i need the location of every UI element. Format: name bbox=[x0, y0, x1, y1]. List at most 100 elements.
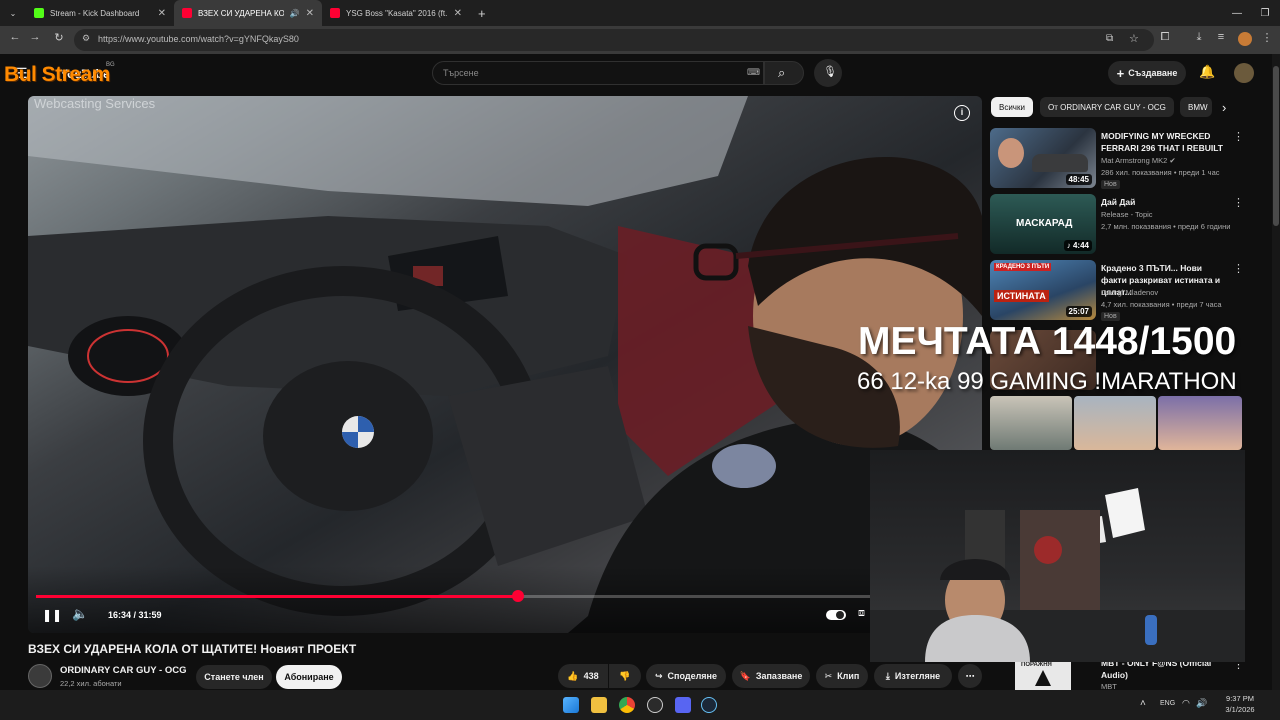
download-arrow-icon: ⤓ bbox=[885, 670, 890, 681]
webcam-frame bbox=[870, 488, 1245, 662]
new-tab-button[interactable]: + bbox=[470, 0, 494, 26]
close-icon[interactable]: ✕ bbox=[454, 8, 462, 19]
create-button[interactable]: + Създаване bbox=[1108, 61, 1186, 85]
speaker-tray-icon[interactable]: 🔊 bbox=[1196, 698, 1207, 709]
share-button[interactable]: ↪ Споделяне bbox=[646, 664, 726, 688]
video-player[interactable]: i bbox=[28, 96, 982, 633]
media-control-icon[interactable]: ≡ bbox=[1212, 31, 1230, 43]
more-vertical-icon[interactable]: ⋮ bbox=[1233, 196, 1244, 209]
recommendation-channel[interactable]: Georgi Mladenov bbox=[1101, 288, 1158, 297]
progress-bar[interactable] bbox=[36, 590, 966, 602]
speaker-icon[interactable]: 🔊 bbox=[290, 9, 300, 18]
like-button[interactable]: 👍 438 bbox=[558, 664, 608, 688]
address-bar[interactable]: ⚙ https://www.youtube.com/watch?v=gYNFQk… bbox=[74, 29, 1154, 51]
chip-from-channel[interactable]: От ORDINARY CAR GUY - OCG bbox=[1040, 97, 1174, 117]
url-text[interactable]: https://www.youtube.com/watch?v=gYNFQkay… bbox=[98, 34, 299, 44]
steam-icon[interactable] bbox=[701, 697, 717, 713]
download-button[interactable]: ⤓ Изтегляне bbox=[874, 664, 952, 688]
recommendation-title[interactable]: MBT - ONLY F@NS (Official Audio) bbox=[1101, 660, 1229, 681]
site-info-icon[interactable]: ⚙ bbox=[82, 33, 90, 44]
channel-avatar[interactable] bbox=[28, 664, 52, 688]
video-thumbnail[interactable]: 48:45 bbox=[990, 128, 1096, 188]
recommendation-item[interactable]: ПОРАЖНЯ MBT - ONLY F@NS (Official Audio)… bbox=[990, 660, 1246, 690]
chevron-right-icon[interactable]: › bbox=[1222, 100, 1226, 115]
keyboard-icon[interactable]: ⌨ bbox=[747, 67, 760, 78]
share-label: Споделяне bbox=[667, 671, 717, 681]
recommendation-channel[interactable]: MBT bbox=[1101, 682, 1117, 690]
recommendation-item[interactable]: КРАДЕНО 3 ПЪТИ ИСТИНАТА 25:07 Крадено 3 … bbox=[990, 260, 1246, 324]
channel-name[interactable]: ORDINARY CAR GUY - OCG bbox=[60, 665, 187, 676]
more-actions-button[interactable]: ⋯ bbox=[958, 664, 982, 688]
notifications-bell-icon[interactable]: 🔔 bbox=[1199, 64, 1215, 80]
file-explorer-icon[interactable] bbox=[591, 697, 607, 713]
forward-icon[interactable]: → bbox=[26, 31, 44, 43]
windows-start-icon[interactable] bbox=[563, 697, 579, 713]
pause-icon[interactable]: ❚❚ bbox=[42, 608, 62, 622]
discord-icon[interactable] bbox=[675, 697, 691, 713]
total-time: 31:59 bbox=[138, 610, 162, 620]
recommendation-channel[interactable]: Mat Armstrong MK2 ✔ bbox=[1101, 156, 1176, 165]
thumbnail-text: ИСТИНАТА bbox=[994, 290, 1049, 302]
video-thumbnail[interactable]: КРАДЕНО 3 ПЪТИ ИСТИНАТА 25:07 bbox=[990, 260, 1096, 320]
info-icon[interactable]: i bbox=[954, 105, 970, 121]
bookmark-star-icon[interactable]: ☆ bbox=[1129, 32, 1139, 45]
system-clock[interactable]: 9:37 PM 3/1/2026 bbox=[1210, 693, 1270, 715]
tray-chevron-icon[interactable]: ˄ bbox=[1140, 698, 1146, 709]
more-vertical-icon[interactable]: ⋮ bbox=[1233, 130, 1244, 143]
search-button[interactable]: ⌕ bbox=[764, 61, 804, 85]
network-icon[interactable]: ◠ bbox=[1182, 698, 1190, 709]
recommendation-item[interactable]: МАСКАРАД ♪ 4:44 Дай Дай Release - Topic … bbox=[990, 194, 1246, 258]
recommendation-title[interactable]: Дай Дай bbox=[1101, 196, 1229, 208]
browser-tab-kick[interactable]: Stream - Kick Dashboard ✕ bbox=[26, 0, 174, 26]
reload-icon[interactable]: ↻ bbox=[50, 31, 68, 44]
search-placeholder: Търсене bbox=[443, 68, 479, 78]
account-avatar[interactable] bbox=[1234, 63, 1254, 83]
clip-label: Клип bbox=[837, 671, 860, 681]
short-thumbnail[interactable] bbox=[1074, 396, 1156, 450]
maximize-button[interactable]: ❐ bbox=[1250, 0, 1280, 26]
autoplay-toggle[interactable] bbox=[826, 610, 846, 620]
stream-marathon-text: 66 12-ka 99 GAMING !MARATHON bbox=[857, 368, 1237, 395]
profile-avatar[interactable] bbox=[1238, 32, 1252, 46]
join-button[interactable]: Станете член bbox=[196, 665, 272, 689]
create-label: Създаване bbox=[1128, 68, 1178, 78]
chrome-icon[interactable] bbox=[619, 697, 635, 713]
dislike-button[interactable]: 👎 bbox=[609, 664, 641, 688]
obs-icon[interactable] bbox=[647, 697, 663, 713]
minimize-button[interactable]: — bbox=[1222, 0, 1252, 26]
keyboard-language[interactable]: ENG bbox=[1160, 700, 1175, 707]
bookmark-icon: 🔖 bbox=[739, 670, 751, 681]
close-icon[interactable]: ✕ bbox=[158, 8, 166, 19]
extensions-icon[interactable]: ⧠ bbox=[1156, 31, 1174, 44]
video-thumbnail[interactable]: МАСКАРАД ♪ 4:44 bbox=[990, 194, 1096, 254]
more-vertical-icon[interactable]: ⋮ bbox=[1233, 262, 1244, 275]
browser-tab-youtube-2[interactable]: YSG Boss "Kasata" 2016 (ft. Gar ✕ bbox=[322, 0, 470, 26]
browser-tab-youtube-active[interactable]: ВЗЕХ СИ УДАРЕНА КОЛА 🔊 ✕ bbox=[174, 0, 322, 26]
voice-search-button[interactable]: 🎙 bbox=[814, 59, 842, 87]
recommendation-channel[interactable]: Release - Topic bbox=[1101, 210, 1153, 219]
browser-tab-title: ВЗЕХ СИ УДАРЕНА КОЛА bbox=[198, 8, 284, 18]
video-thumbnail[interactable]: ПОРАЖНЯ bbox=[1015, 660, 1071, 690]
volume-icon[interactable]: 🔈 bbox=[72, 606, 88, 622]
recommendation-title[interactable]: MODIFYING MY WRECKED FERRARI 296 THAT I … bbox=[1101, 130, 1229, 154]
download-icon[interactable]: ⤓ bbox=[1190, 31, 1208, 44]
install-app-icon[interactable]: ⧉ bbox=[1106, 33, 1113, 44]
subscribe-button[interactable]: Абониране bbox=[276, 665, 342, 689]
search-input[interactable]: Търсене ⌨ bbox=[432, 61, 764, 85]
chip-label: Всички bbox=[999, 102, 1025, 112]
page-scrollbar-thumb[interactable] bbox=[1273, 66, 1279, 226]
clip-button[interactable]: ✂ Клип bbox=[816, 664, 868, 688]
duration-value: 4:44 bbox=[1072, 241, 1089, 250]
scrubber-handle[interactable] bbox=[511, 590, 524, 602]
short-thumbnail[interactable] bbox=[1158, 396, 1242, 450]
chip-all[interactable]: Всички bbox=[991, 97, 1033, 117]
short-thumbnail[interactable] bbox=[990, 396, 1072, 450]
close-icon[interactable]: ✕ bbox=[306, 8, 314, 19]
browser-menu-icon[interactable]: ⋮ bbox=[1258, 31, 1276, 44]
back-icon[interactable]: ← bbox=[6, 31, 24, 43]
chip-bmw[interactable]: BMW bbox=[1180, 97, 1212, 117]
save-button[interactable]: 🔖 Запазване bbox=[732, 664, 810, 688]
tab-list-button[interactable]: ⌄ bbox=[0, 0, 26, 26]
recommendation-item[interactable]: 48:45 MODIFYING MY WRECKED FERRARI 296 T… bbox=[990, 128, 1246, 192]
subtitles-icon[interactable]: ⧈ bbox=[858, 607, 865, 620]
